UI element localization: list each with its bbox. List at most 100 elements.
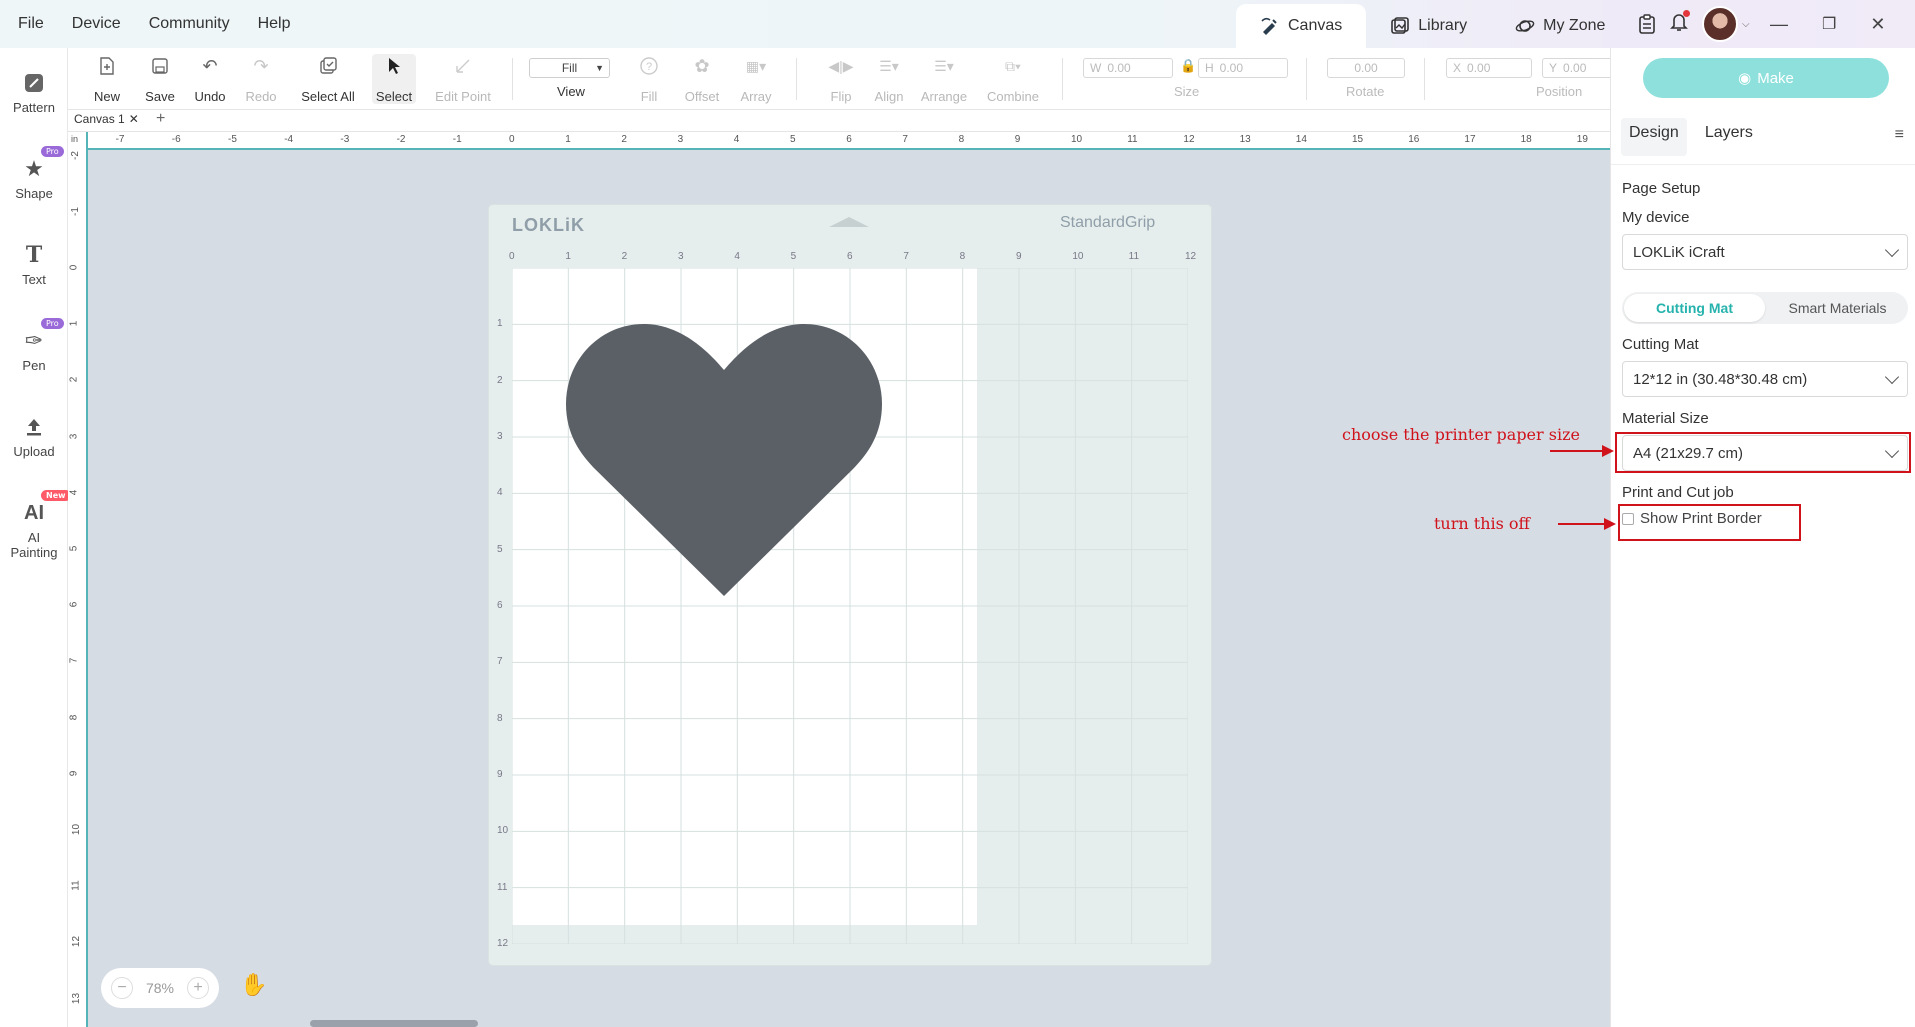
redo-button[interactable]: ↷ Redo [244,54,278,105]
flip-label: Flip [830,89,852,104]
fill-button[interactable]: ? Fill [634,54,664,104]
rail-text[interactable]: T Text [0,242,68,287]
horizontal-scrollbar[interactable] [310,1020,478,1027]
y-label: Y [1549,61,1558,75]
window-controls: — ❐ ✕ [1770,0,1885,48]
make-button[interactable]: ◉ Make [1643,58,1889,98]
tab-design[interactable]: Design [1621,118,1687,156]
mat-row-number: 7 [497,656,503,668]
menu-device[interactable]: Device [72,15,121,33]
select-button[interactable]: Select [372,54,416,104]
arrange-label: Arrange [920,89,968,104]
align-button[interactable]: ☰▾ Align [872,54,906,105]
menu-file[interactable]: File [18,15,44,33]
cutting-mat-select[interactable]: 12*12 in (30.48*30.48 cm) [1622,361,1908,397]
canvas-tab[interactable]: Canvas 1 ✕ [74,112,139,126]
edit-point-button[interactable]: Edit Point [434,54,492,104]
close-tab-icon[interactable]: ✕ [129,112,139,126]
zoom-control: − 78% + [101,968,219,1008]
combine-button[interactable]: ⧉▾ Combine [986,54,1040,105]
ruler-h-tick: -5 [228,134,237,145]
rail-pen[interactable]: ✑ Pro Pen [0,318,68,373]
width-input[interactable]: W 0.00 [1083,58,1173,78]
annotation-box-print-border [1618,504,1801,541]
flip-button[interactable]: ◀|▶ Flip [826,54,856,105]
tab-library[interactable]: Library [1366,4,1491,48]
save-button[interactable]: Save [142,54,178,104]
zoom-out-button[interactable]: − [111,977,133,999]
mat-row-number: 6 [497,600,503,611]
mat-col-number: 8 [959,251,966,262]
canvas-tab-label: Canvas 1 [74,112,125,126]
panel-settings-icon[interactable]: ≡ [1895,126,1904,144]
ruler-h-tick: 10 [1071,134,1083,145]
ruler-h-tick: -1 [452,134,462,145]
minimize-icon[interactable]: — [1770,14,1788,35]
cutting-mat-label: Cutting Mat [1622,336,1699,353]
ruler-v-tick: 9 [68,770,80,777]
edit-point-label: Edit Point [435,89,491,104]
y-input[interactable]: Y 0.00 [1542,58,1610,78]
device-select[interactable]: LOKLiK iCraft [1622,234,1908,270]
flip-icon: ◀|▶ [828,57,854,74]
ruler-v-tick: 13 [71,992,83,1004]
clipboard-icon[interactable] [1638,14,1656,34]
segment-cutting-mat[interactable]: Cutting Mat [1624,294,1765,322]
notifications[interactable] [1670,9,1690,37]
ruler-h-tick: -6 [171,134,181,145]
ruler-v-tick: 10 [71,823,83,836]
mat-grip-label: StandardGrip [1060,214,1156,231]
menu-bar: File Device Community Help [18,0,291,48]
menu-community[interactable]: Community [149,15,230,33]
pen-icon: ✑ Pro [21,318,64,354]
combine-label: Combine [986,89,1040,104]
panel-divider [1611,164,1915,165]
save-label: Save [145,89,175,104]
rail-shape[interactable]: ★ Pro Shape [0,146,68,201]
rail-upload[interactable]: Upload [0,414,68,459]
zoom-level: 78% [145,980,175,996]
add-canvas-icon[interactable]: + [156,110,165,128]
new-button[interactable]: New [90,54,124,104]
svg-text:?: ? [646,61,652,73]
select-all-button[interactable]: Select All [300,54,356,104]
restore-icon[interactable]: ❐ [1822,14,1836,34]
fill-mode-select[interactable]: Fill ▼ [529,58,610,78]
tab-layers[interactable]: Layers [1697,118,1761,156]
height-value: 0.00 [1219,61,1244,75]
rail-upload-label: Upload [13,444,55,459]
rotate-input[interactable]: 0.00 [1327,58,1405,78]
zoom-in-button[interactable]: + [187,977,209,999]
mat-col-number: 10 [1072,251,1084,262]
mat-material-toggle: Cutting Mat Smart Materials [1622,292,1908,324]
arrange-button[interactable]: ☰▾ Arrange [920,54,968,105]
ruler-v-tick: 5 [68,545,80,552]
chevron-down-icon[interactable]: ⌵ [1742,19,1750,30]
close-icon[interactable]: ✕ [1870,14,1885,35]
offset-button[interactable]: ✿ Offset [684,54,720,105]
x-input[interactable]: X 0.00 [1446,58,1532,78]
rail-pattern[interactable]: Pattern [0,70,68,115]
hand-pan-icon[interactable]: ✋ [240,972,267,998]
avatar[interactable] [1702,6,1738,42]
array-button[interactable]: ▦▾ Array [740,54,772,105]
tab-canvas[interactable]: Canvas [1236,4,1367,48]
undo-label: Undo [194,89,226,104]
height-input[interactable]: H 0.00 [1198,58,1288,78]
segment-smart-materials[interactable]: Smart Materials [1767,300,1908,316]
lock-icon[interactable]: 🔒 [1180,58,1196,74]
offset-label: Offset [684,89,720,104]
heart-shape[interactable] [566,324,882,596]
ruler-v-tick: 3 [68,433,80,439]
canvas-workarea[interactable]: -7 -6 -5 -4 -3 -2 -1 0 1 2 3 4 5 6 7 8 9 10 11 12 13 14 15 16 17… [68,132,1610,1027]
tab-my-zone[interactable]: My Zone [1491,4,1629,48]
menu-help[interactable]: Help [258,15,291,33]
rail-ai-painting[interactable]: AI New AI Painting [0,490,71,560]
rail-ai-label-line1: AI [27,530,41,545]
ruler-h-tick: 14 [1295,134,1307,145]
notification-dot [1683,9,1690,17]
rail-pen-label: Pen [22,358,46,373]
ruler-v-tick: -2 [69,150,81,160]
ruler-h-tick: 6 [846,134,852,145]
undo-button[interactable]: ↶ Undo [192,54,228,105]
